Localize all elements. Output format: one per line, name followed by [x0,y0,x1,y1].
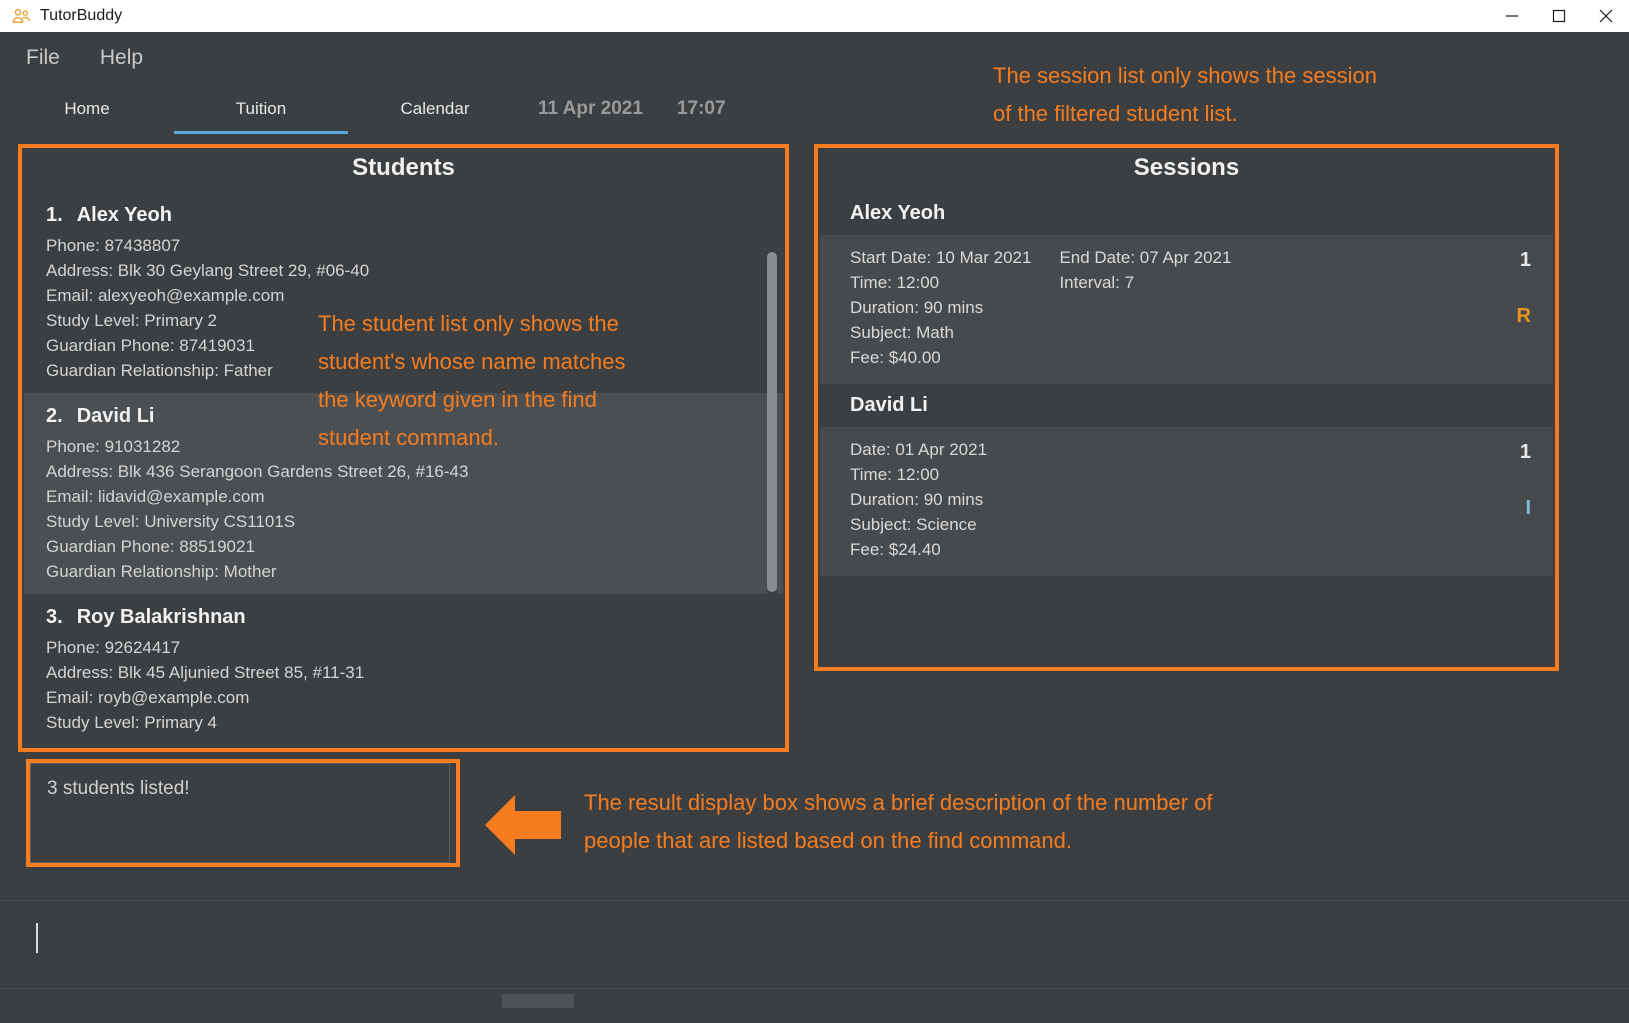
session-individual-flag: I [1525,497,1531,519]
command-input[interactable] [20,919,1609,955]
student-name-row: 3. Roy Balakrishnan [46,606,783,629]
student-address: Address: Blk 30 Geylang Street 29, #06-4… [46,261,370,280]
session-badges: 1 I [1491,439,1531,521]
session-subject: Subject: Math [850,323,954,342]
current-time: 17:07 [676,98,726,119]
student-phone: Phone: 87438807 [46,236,181,255]
window-controls [1488,0,1629,32]
session-details-column-1: Date: 01 Apr 2021 Time: 12:00 Duration: … [820,437,987,562]
current-date: 11 Apr 2021 [538,98,643,119]
sessions-panel-title: Sessions [1133,154,1240,181]
session-badges: 1 R [1491,247,1531,329]
students-scrollbar-thumb[interactable] [767,252,777,592]
annotation-arrow-left-icon [485,795,561,855]
session-count-badge: 1 [1519,249,1531,271]
session-details-column-2: End Date: 07 Apr 2021 Interval: 7 [1031,245,1231,370]
session-time: Time: 12:00 [850,273,940,292]
session-time: Time: 12:00 [850,465,940,484]
session-date: Date: 01 Apr 2021 [850,440,988,459]
student-address: Address: Blk 436 Serangoon Gardens Stree… [46,462,469,481]
session-recurring-flag: R [1516,305,1531,327]
status-bar [0,988,1629,1023]
menu-item-help[interactable]: Help [94,44,149,72]
student-list-item[interactable]: 3. Roy Balakrishnan Phone: 92624417 Addr… [24,594,783,738]
sessions-list[interactable]: Alex Yeoh Start Date: 10 Mar 2021 Time: … [820,192,1553,576]
panels-container: Students 1. Alex Yeoh Phone: 87438807 Ad… [0,137,1629,753]
session-owner-name: David Li [820,388,1553,427]
close-icon [1599,9,1612,23]
student-phone: Phone: 92624417 [46,638,181,657]
window-title: TutorBuddy [40,7,123,24]
session-list-item[interactable]: David Li Date: 01 Apr 2021 Time: 12:00 D… [820,388,1553,576]
session-end-date: End Date: 07 Apr 2021 [1059,248,1232,267]
students-panel-title: Students [352,154,455,181]
command-bar [0,900,1629,968]
session-owner-name: Alex Yeoh [820,196,1553,235]
status-bar-indicator [502,994,574,1008]
session-list-item[interactable]: Alex Yeoh Start Date: 10 Mar 2021 Time: … [820,196,1553,384]
session-start-date: Start Date: 10 Mar 2021 [850,248,1032,267]
session-duration: Duration: 90 mins [850,490,984,509]
student-index: 1. [46,204,63,226]
result-display-box: 3 students listed! [30,763,450,863]
minimize-button[interactable] [1488,0,1535,32]
result-text: 3 students listed! [47,778,190,799]
student-index: 2. [46,405,63,427]
application-window: TutorBuddy File Help Home Tuition Calend… [0,0,1629,1023]
student-email: Email: royb@example.com [46,688,250,707]
session-interval: Interval: 7 [1059,273,1135,292]
student-guardian-phone: Guardian Phone: 88519021 [46,537,255,556]
student-name: Alex Yeoh [76,204,172,226]
session-details-column-1: Start Date: 10 Mar 2021 Time: 12:00 Dura… [820,245,1031,370]
student-index: 3. [46,606,63,628]
title-bar-left: TutorBuddy [0,7,122,26]
session-fee: Fee: $40.00 [850,348,941,367]
student-name: Roy Balakrishnan [76,606,246,628]
session-details: Start Date: 10 Mar 2021 Time: 12:00 Dura… [820,235,1553,384]
tab-calendar[interactable]: Calendar [348,84,522,134]
session-count-badge: 1 [1519,441,1531,463]
minimize-icon [1505,15,1518,17]
session-duration: Duration: 90 mins [850,298,984,317]
people-group-icon [12,7,31,26]
student-study-level: Study Level: University CS1101S [46,512,296,531]
student-email: Email: lidavid@example.com [46,487,265,506]
students-list[interactable]: 1. Alex Yeoh Phone: 87438807 Address: Bl… [24,192,783,738]
annotation-sessions-note: The session list only shows the session … [993,63,1377,126]
close-button[interactable] [1582,0,1629,32]
session-subject: Subject: Science [850,515,977,534]
session-fee: Fee: $24.40 [850,540,941,559]
text-caret [36,923,38,953]
session-details: Date: 01 Apr 2021 Time: 12:00 Duration: … [820,427,1553,576]
annotation-result-note: The result display box shows a brief des… [584,790,1213,853]
student-study-level: Study Level: Primary 4 [46,713,218,732]
title-bar: TutorBuddy [0,0,1629,32]
student-name: David Li [76,405,155,427]
student-address: Address: Blk 45 Aljunied Street 85, #11-… [46,663,365,682]
menu-item-file[interactable]: File [20,44,66,72]
datetime-display: 11 Apr 2021 17:07 [538,84,726,134]
sessions-panel: Sessions Alex Yeoh Start Date: 10 Mar 20… [814,144,1559,671]
annotation-students-note: The student list only shows the student'… [318,311,626,450]
student-name-row: 1. Alex Yeoh [46,204,783,227]
tab-home[interactable]: Home [0,84,174,134]
student-guardian-relationship: Guardian Relationship: Mother [46,562,277,581]
tab-tuition[interactable]: Tuition [174,84,348,134]
maximize-button[interactable] [1535,0,1582,32]
maximize-icon [1552,9,1565,23]
